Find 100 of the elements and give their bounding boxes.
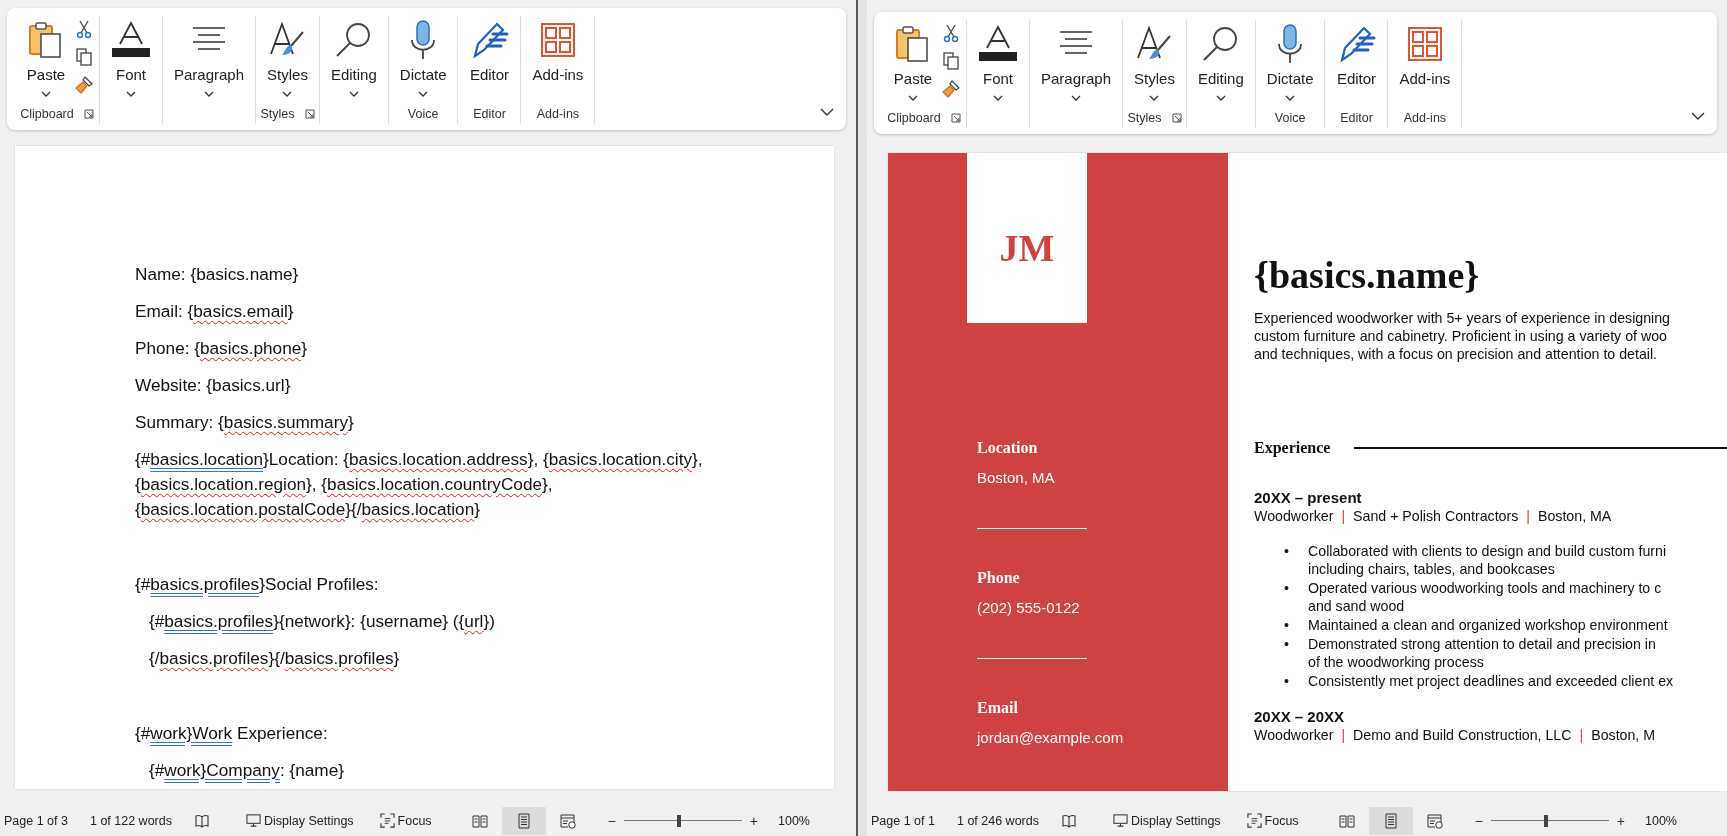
- group-label: Editor: [1340, 111, 1373, 125]
- paragraph: Name: {basics.name}: [135, 263, 300, 286]
- bullet-text: Operated various woodworking tools and machinery to c and sand wood: [1308, 579, 1662, 615]
- contact-value: (202) 555-0122: [977, 599, 1080, 616]
- page-icon: [1382, 812, 1399, 829]
- group-label: Add-ins: [536, 107, 580, 121]
- group-label: Voice: [407, 107, 439, 121]
- paragraph: Email: {basics.email}: [135, 300, 295, 323]
- font-color-icon: [111, 20, 151, 60]
- contact-label: Email: [977, 699, 1018, 717]
- page-icon: [515, 812, 532, 829]
- paragraph: {#work}Work Experience:: [135, 722, 329, 745]
- print-view-button[interactable]: [1368, 806, 1413, 835]
- page-count[interactable]: Page 1 of 1: [871, 813, 935, 828]
- monitor-icon: [245, 813, 261, 828]
- editing-button[interactable]: Editing: [1190, 20, 1251, 101]
- addins-button[interactable]: Add-ins: [525, 16, 591, 83]
- group-label: Editor: [473, 107, 506, 121]
- contact-value: jordan@example.com: [977, 729, 1124, 746]
- display-settings-button[interactable]: Display Settings: [1112, 813, 1221, 828]
- paragraph-button[interactable]: Paragraph: [1034, 20, 1119, 101]
- window-splitter[interactable]: [856, 0, 867, 836]
- group-label: Styles: [1127, 111, 1162, 125]
- contact-value: Boston, MA: [977, 469, 1055, 486]
- paint-brush-icon: [941, 79, 961, 99]
- paragraph: {#work}Company: {name}: [148, 759, 345, 782]
- dialog-launcher-icon[interactable]: [950, 113, 961, 123]
- dictate-button[interactable]: Dictate: [1259, 20, 1321, 101]
- dialog-launcher-icon[interactable]: [1171, 113, 1182, 123]
- monitor-icon: [1112, 813, 1128, 828]
- paint-brush-icon: [74, 75, 94, 95]
- zoom-out-button[interactable]: −: [603, 812, 620, 829]
- font-button[interactable]: Font: [971, 20, 1025, 101]
- group-label: Clipboard: [887, 111, 941, 125]
- font-color-icon: [978, 24, 1018, 64]
- copy-button[interactable]: [940, 50, 962, 72]
- painter-button[interactable]: [73, 74, 95, 96]
- book-check-icon[interactable]: [1060, 812, 1077, 829]
- web-page-icon: [559, 812, 576, 829]
- contact-label: Location: [977, 439, 1038, 457]
- styles-button[interactable]: Styles: [1127, 20, 1182, 101]
- zoom-level[interactable]: 100%: [1645, 813, 1677, 828]
- copy-button[interactable]: [73, 46, 95, 68]
- bullet-marker: •: [1284, 635, 1290, 653]
- bullet-text: Consistently met project deadlines and exceeded client ex: [1308, 672, 1674, 690]
- addins-button[interactable]: Add-ins: [1392, 20, 1458, 87]
- copy-icon: [941, 51, 961, 71]
- styles-button[interactable]: Styles: [260, 16, 315, 97]
- paste-button[interactable]: Paste: [886, 20, 940, 101]
- bullet-marker: •: [1284, 616, 1290, 634]
- font-button[interactable]: Font: [104, 16, 158, 97]
- paragraph: Summary: {basics.summary}: [135, 411, 355, 434]
- open-book-icon: [1338, 812, 1355, 829]
- display-settings-button[interactable]: Display Settings: [245, 813, 354, 828]
- word-count[interactable]: 1 of 122 words: [89, 813, 172, 828]
- section-heading: Experience: [1254, 439, 1331, 457]
- contact-label: Phone: [977, 569, 1020, 587]
- group-label: Styles: [260, 107, 295, 121]
- print-view-button[interactable]: [501, 806, 546, 835]
- book-check-icon[interactable]: [193, 812, 210, 829]
- focus-button[interactable]: Focus: [379, 813, 432, 828]
- monogram: JM: [999, 226, 1055, 270]
- focus-frame-icon: [1246, 813, 1262, 828]
- dictate-button[interactable]: Dictate: [392, 16, 454, 97]
- word-count[interactable]: 1 of 246 words: [956, 813, 1039, 828]
- paste-button[interactable]: Paste: [19, 16, 73, 97]
- bullet-text: Maintained a clean and organized workshop environment: [1308, 616, 1668, 634]
- paragraph: {#basics.profiles}Social Profiles:: [135, 573, 380, 596]
- page-count[interactable]: Page 1 of 3: [4, 813, 68, 828]
- editor-button[interactable]: Editor: [1329, 20, 1384, 87]
- resume-name: {basics.name}: [1254, 253, 1481, 297]
- zoom-in-button[interactable]: +: [745, 812, 762, 829]
- bullet-marker: •: [1284, 542, 1290, 560]
- bullet-text: Demonstrated strong attention to detail and precision in of the woodworking process: [1308, 635, 1656, 671]
- group-label: Voice: [1274, 111, 1306, 125]
- editing-button[interactable]: Editing: [323, 16, 384, 97]
- zoom-level[interactable]: 100%: [778, 813, 810, 828]
- web-page-icon: [1426, 812, 1443, 829]
- job-dates: 20XX – present: [1254, 489, 1363, 506]
- paragraph-button[interactable]: Paragraph: [167, 16, 252, 97]
- scissors-icon: [941, 23, 961, 43]
- chevron-down-icon[interactable]: [820, 108, 834, 116]
- paragraph: {#basics.profiles}{network}: {username} ({url}): [148, 610, 496, 633]
- dialog-launcher-icon[interactable]: [83, 109, 94, 119]
- focus-frame-icon: [379, 813, 395, 828]
- zoom-out-button[interactable]: −: [1470, 812, 1487, 829]
- painter-button[interactable]: [940, 78, 962, 100]
- paragraph: Website: {basics.url}: [135, 374, 292, 397]
- dialog-launcher-icon[interactable]: [304, 109, 315, 119]
- zoom-in-button[interactable]: +: [1612, 812, 1629, 829]
- chevron-down-icon[interactable]: [1691, 112, 1705, 120]
- group-label: Clipboard: [20, 107, 74, 121]
- job-dates: 20XX – 20XX: [1254, 708, 1346, 725]
- paragraph: {#basics.location}Location: {basics.location.address}, {basics.location.city}, {basics.location.region}, {basics.location.countryCode}, {basics.location.postalCode}{/basics.location}: [135, 448, 704, 521]
- group-label: Add-ins: [1403, 111, 1447, 125]
- open-book-icon: [471, 812, 488, 829]
- job-details: Woodworker | Sand + Polish Contractors | Boston, MA: [1254, 508, 1613, 524]
- copy-icon: [74, 47, 94, 67]
- editor-button[interactable]: Editor: [462, 16, 517, 83]
- focus-button[interactable]: Focus: [1246, 813, 1299, 828]
